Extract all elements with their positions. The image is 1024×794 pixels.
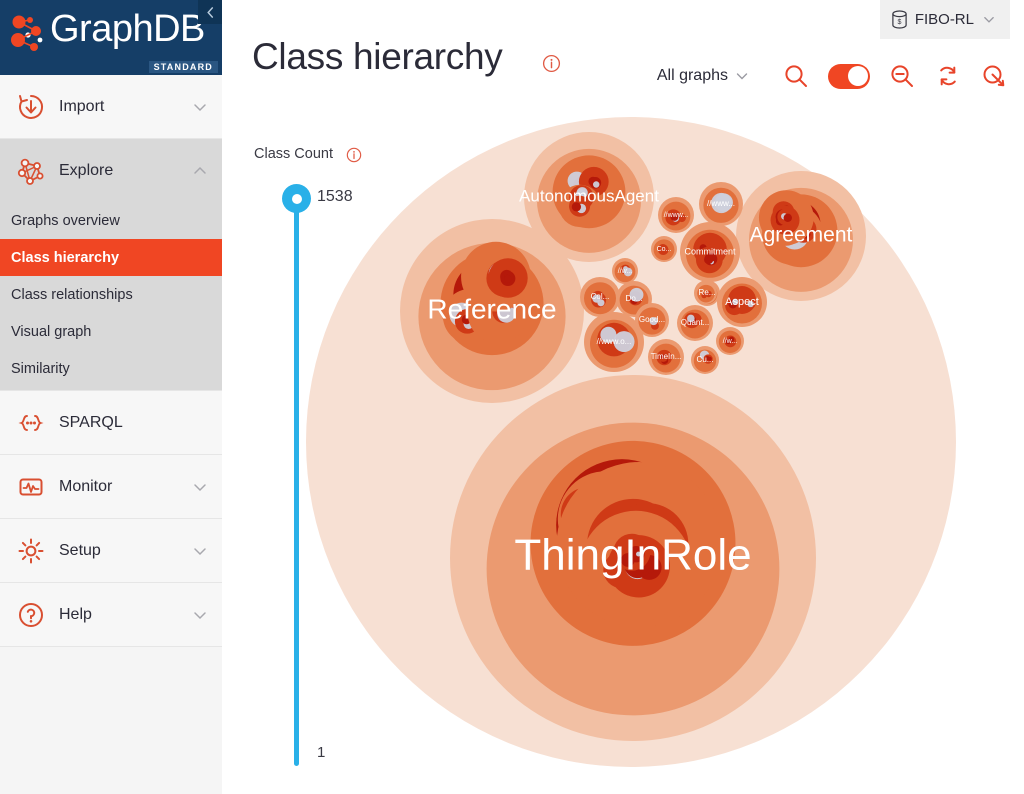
sidebar-label-explore: Explore (59, 161, 114, 179)
monitor-pulse-icon (14, 470, 48, 504)
brand-header: GraphDB STANDARD (0, 0, 222, 75)
sidebar-submenu-explore: Graphs overview Class hierarchy Class re… (0, 202, 222, 390)
gear-icon (14, 534, 48, 568)
class-hierarchy-bubble-chart[interactable]: ThingInRole Reference AutonomousAgent Agree… (222, 0, 1024, 794)
bubble-label: Quant... (681, 318, 709, 327)
sidebar-item-explore[interactable]: Explore (0, 139, 222, 202)
bubble-label: //www... (707, 199, 735, 208)
sidebar: GraphDB STANDARD Import Explore Graphs o… (0, 0, 222, 794)
sidebar-item-graphs-overview[interactable]: Graphs overview (0, 202, 222, 239)
sidebar-group-sparql: SPARQL (0, 391, 222, 455)
bubble-label: Reference (427, 293, 556, 324)
sidebar-item-similarity[interactable]: Similarity (0, 350, 222, 387)
chevron-down-icon (194, 547, 206, 555)
sidebar-item-class-relationships[interactable]: Class relationships (0, 276, 222, 313)
sidebar-group-explore: Explore Graphs overview Class hierarchy … (0, 139, 222, 391)
bubble-label: Re... (699, 288, 716, 297)
bubble-nodes-layer (306, 117, 956, 767)
brand-edition: STANDARD (148, 61, 218, 73)
bubble-label: //w... (618, 268, 632, 275)
sidebar-collapse-button[interactable] (198, 0, 222, 24)
bubble-label: Commitment (684, 246, 736, 256)
explore-graph-icon (14, 154, 48, 188)
sidebar-label-import: Import (59, 97, 105, 115)
bubble-label: AutonomousAgent (519, 186, 659, 205)
import-icon (14, 90, 48, 124)
chevron-down-icon (194, 103, 206, 111)
sidebar-item-setup[interactable]: Setup (0, 519, 222, 582)
sidebar-group-import: Import (0, 75, 222, 139)
graphdb-app: GraphDB STANDARD Import Explore Graphs o… (0, 0, 1024, 794)
bubble-label: //w... (723, 338, 737, 345)
sidebar-item-import[interactable]: Import (0, 75, 222, 138)
bubble-label: Co... (657, 246, 672, 253)
bubble-label: Agreement (750, 224, 853, 247)
sidebar-item-monitor[interactable]: Monitor (0, 455, 222, 518)
bubble-node[interactable] (783, 213, 793, 223)
bubble-label: //www... (664, 212, 689, 219)
bubble-label: ThingInRole (514, 531, 751, 580)
sidebar-item-sparql[interactable]: SPARQL (0, 391, 222, 454)
sidebar-item-help[interactable]: Help (0, 583, 222, 646)
bubble-node[interactable] (708, 256, 713, 262)
sidebar-item-class-hierarchy[interactable]: Class hierarchy (0, 239, 222, 276)
bubble-label: //www.o... (597, 337, 632, 346)
help-question-icon (14, 598, 48, 632)
sidebar-label-monitor: Monitor (59, 477, 113, 495)
chevron-up-icon (194, 166, 206, 174)
sidebar-group-monitor: Monitor (0, 455, 222, 519)
sidebar-label-sparql: SPARQL (59, 413, 123, 431)
sidebar-label-setup: Setup (59, 541, 101, 559)
brand-name: GraphDB (50, 8, 205, 50)
chevron-left-icon (206, 6, 213, 18)
chevron-down-icon (194, 483, 206, 491)
bubble-label: Cu... (697, 355, 714, 364)
graphdb-logo-icon (11, 15, 43, 51)
chevron-down-icon (194, 611, 206, 619)
sidebar-label-help: Help (59, 605, 92, 623)
bubble-label: Do... (626, 294, 643, 303)
sparql-braces-icon (14, 406, 48, 440)
bubble-label: Good... (639, 315, 665, 324)
bubble-label: TimeIn... (651, 352, 682, 361)
main-content: $ FIBO-RL Class hierarchy All graphs Cla… (222, 0, 1024, 794)
sidebar-group-help: Help (0, 583, 222, 647)
bubble-node[interactable] (504, 275, 512, 283)
sidebar-item-visual-graph[interactable]: Visual graph (0, 313, 222, 350)
sidebar-group-setup: Setup (0, 519, 222, 583)
bubble-label: Aspect (725, 296, 759, 308)
bubble-label: Col... (591, 292, 610, 301)
